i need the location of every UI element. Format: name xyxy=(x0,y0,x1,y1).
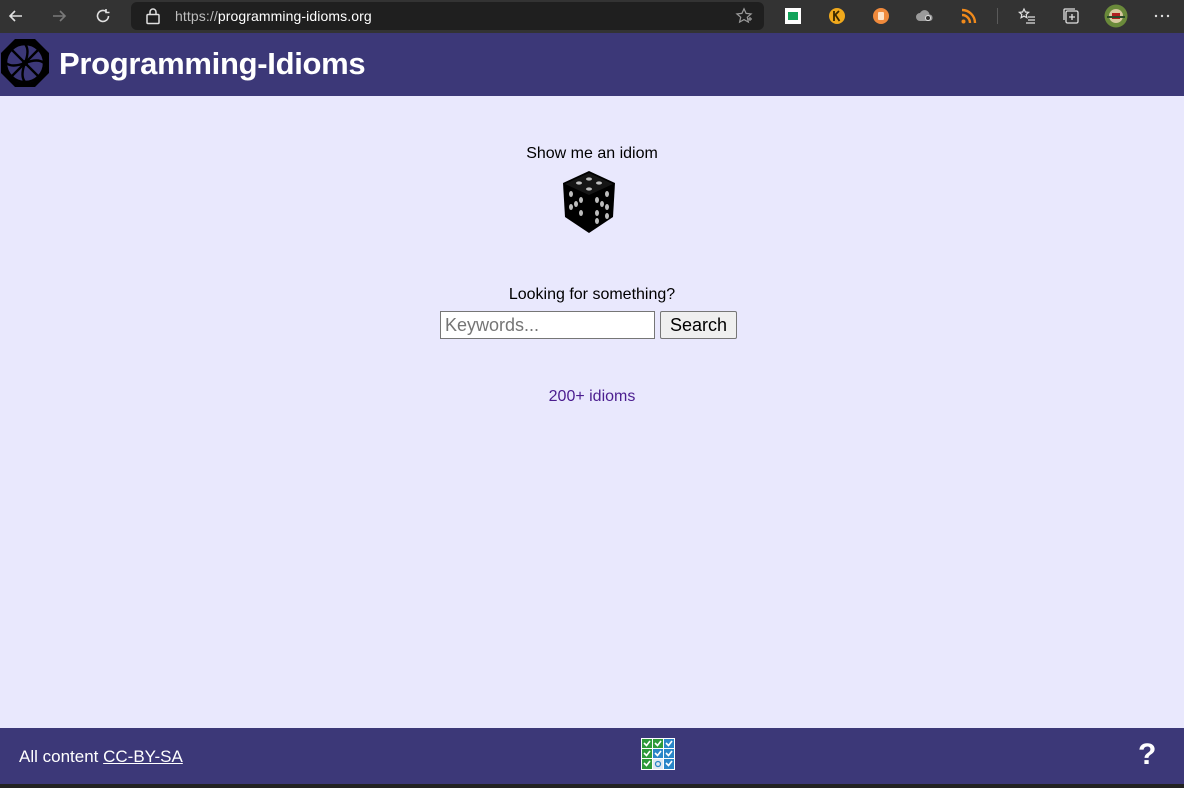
all-idioms-link[interactable]: 200+ idioms xyxy=(549,388,636,405)
url-host: programming-idioms.org xyxy=(217,8,372,24)
back-arrow-icon xyxy=(8,10,22,22)
ellipsis-glyph xyxy=(1154,14,1170,18)
coverage-grid-icon[interactable] xyxy=(641,738,675,770)
search-form: Search xyxy=(440,311,740,339)
favorite-star-icon[interactable] xyxy=(735,7,753,25)
help-icon[interactable]: ? xyxy=(1138,738,1156,772)
url-scheme: https:// xyxy=(175,8,218,24)
license-link[interactable]: CC-BY-SA xyxy=(103,747,183,766)
favorites-glyph xyxy=(1018,7,1035,24)
lock-icon xyxy=(146,8,160,25)
search-button[interactable]: Search xyxy=(660,311,737,339)
random-dice-icon[interactable] xyxy=(557,169,621,235)
extension-k-glyph xyxy=(829,8,845,24)
collections-icon[interactable] xyxy=(1061,6,1081,26)
license-prefix: All content xyxy=(19,747,99,766)
site-logo-icon[interactable] xyxy=(0,38,50,88)
extension-cloud-icon[interactable] xyxy=(915,6,935,26)
rss-feed-icon[interactable] xyxy=(959,6,979,26)
extension-orange-circle-icon[interactable] xyxy=(871,6,891,26)
more-options-icon[interactable] xyxy=(1152,6,1172,26)
address-bar[interactable]: https://programming-idioms.org xyxy=(131,2,764,30)
extension-orange-k-icon[interactable] xyxy=(827,6,847,26)
extension-circle-glyph xyxy=(873,8,889,24)
extension-green-glyph xyxy=(785,8,801,24)
random-idiom-label: Show me an idiom xyxy=(526,145,658,162)
back-button[interactable] xyxy=(3,4,29,28)
site-title[interactable]: Programming-Idioms xyxy=(59,46,366,82)
main-content: Show me an idiom Looking for something? … xyxy=(0,96,1184,728)
extension-green-icon[interactable] xyxy=(783,6,803,26)
avatar-glyph xyxy=(1104,4,1128,28)
search-prompt-label: Looking for something? xyxy=(508,286,676,303)
site-footer: All content CC-BY-SA ? xyxy=(0,728,1184,784)
license-text: All content CC-BY-SA xyxy=(19,747,183,767)
url-text: https://programming-idioms.org xyxy=(175,8,372,24)
profile-avatar-icon[interactable] xyxy=(1103,3,1129,29)
collections-glyph xyxy=(1063,8,1079,24)
toolbar-separator xyxy=(997,8,998,24)
cloud-glyph xyxy=(916,10,933,21)
favorites-list-icon[interactable] xyxy=(1017,6,1037,26)
forward-button[interactable] xyxy=(46,4,72,28)
browser-toolbar: https://programming-idioms.org xyxy=(0,0,1184,33)
rss-glyph xyxy=(961,8,977,24)
refresh-button[interactable] xyxy=(90,4,116,28)
bottom-strip xyxy=(0,784,1184,788)
search-input[interactable] xyxy=(440,311,655,339)
idioms-link-wrapper: 200+ idioms xyxy=(0,388,1184,406)
forward-arrow-icon xyxy=(53,10,67,22)
site-header: Programming-Idioms xyxy=(0,33,1184,96)
refresh-icon xyxy=(96,9,110,23)
